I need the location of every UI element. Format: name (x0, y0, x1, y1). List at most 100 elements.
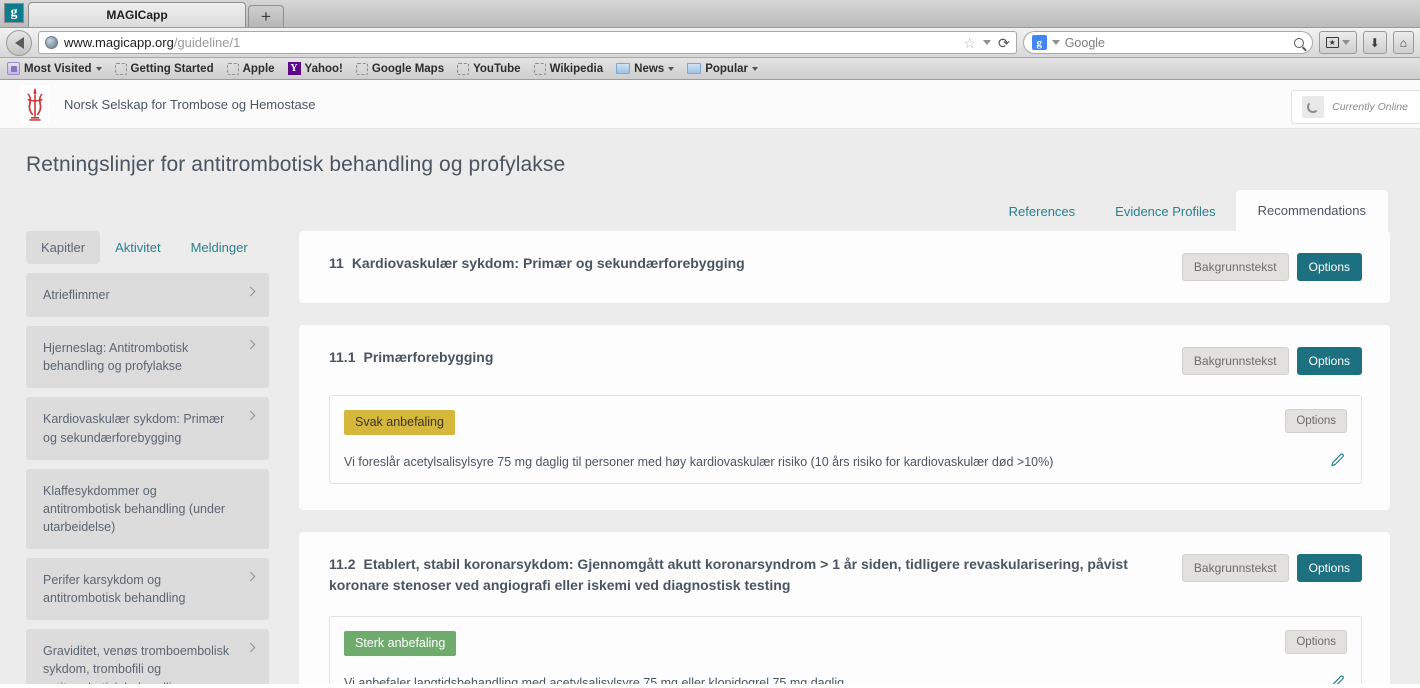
recommendation-options-button[interactable]: Options (1285, 630, 1347, 655)
chapter-label: Hjerneslag: Antitrombotisk behandling og… (43, 341, 189, 374)
blank-favicon-icon (355, 62, 368, 75)
bookmark-label: Yahoo! (304, 62, 343, 75)
section-title-text: Primærforebygging (363, 349, 494, 365)
globe-icon (45, 36, 58, 49)
section-title: 11.1 Primærforebygging (329, 347, 1168, 368)
sidebar-item-perifer-karsykdom[interactable]: Perifer karsykdom og antitrombotisk beha… (26, 558, 269, 621)
bookmark-apple[interactable]: Apple (226, 62, 275, 75)
bookmark-folder-popular[interactable]: Popular (687, 62, 759, 75)
bookmark-folder-news[interactable]: News (616, 62, 675, 75)
address-bar[interactable]: www.magicapp.org/guideline/1 ☆ ⟳ (38, 31, 1017, 54)
section-actions: Bakgrunnstekst Options (1181, 347, 1362, 375)
site-header: Norsk Selskap for Trombose og Hemostase … (0, 80, 1420, 129)
pencil-icon[interactable] (1330, 453, 1345, 473)
bookmark-label: Getting Started (130, 62, 214, 75)
bookmark-star-icon[interactable]: ☆ (963, 36, 976, 50)
sidebar-item-klaffesykdommer[interactable]: Klaffesykdommer og antitrombotisk behand… (26, 468, 269, 549)
chevron-right-icon (245, 571, 256, 582)
section-card-11-2: 11.2 Etablert, stabil koronarsykdom: Gjen… (299, 532, 1390, 684)
section-card-11: 11 Kardiovaskulær sykdom: Primær og sekun… (299, 231, 1390, 303)
bookmark-wikipedia[interactable]: Wikipedia (533, 62, 604, 75)
bookmark-label: Wikipedia (549, 62, 604, 75)
download-icon: ⬇ (1369, 35, 1380, 50)
browser-chrome: g MAGICapp + www.magicapp.org/guideline/… (0, 0, 1420, 80)
tab-recommendations[interactable]: Recommendations (1235, 190, 1388, 231)
tab-label: Evidence Profiles (1115, 204, 1216, 219)
url-text: www.magicapp.org/guideline/1 (64, 35, 240, 50)
browser-tab-title: MAGICapp (106, 8, 168, 22)
pencil-icon[interactable] (1330, 675, 1345, 684)
chevron-right-icon (245, 410, 256, 421)
bookmark-label: News (634, 62, 665, 75)
background-text-button[interactable]: Bakgrunnstekst (1181, 554, 1289, 583)
sidebar-item-hjerneslag[interactable]: Hjerneslag: Antitrombotisk behandling og… (26, 326, 269, 389)
blank-favicon-icon (533, 62, 546, 75)
bookmark-label: Popular (705, 62, 749, 75)
bookmark-getting-started[interactable]: Getting Started (114, 62, 214, 75)
sidebar-tab-label: Aktivitet (115, 240, 161, 255)
bookmark-yahoo[interactable]: Y Yahoo! (287, 62, 343, 75)
tab-label: Recommendations (1257, 203, 1366, 218)
search-engine-chevron-icon[interactable] (1051, 40, 1060, 45)
section-number: 11.1 (329, 349, 356, 365)
sidebar-item-atrieflimmer[interactable]: Atrieflimmer (26, 273, 269, 318)
tab-evidence-profiles[interactable]: Evidence Profiles (1095, 193, 1235, 231)
reload-icon[interactable]: ⟳ (998, 36, 1010, 50)
bookmark-label: Google Maps (371, 62, 445, 75)
section-title-text: Etablert, stabil koronarsykdom: Gjennomg… (329, 556, 1128, 594)
section-title: 11 Kardiovaskulær sykdom: Primær og sekun… (329, 253, 1168, 274)
chevron-down-icon[interactable] (982, 40, 991, 45)
chevron-down-icon (752, 66, 759, 71)
recommendation-text: Vi foreslår acetylsalisylsyre 75 mg dagl… (344, 454, 1054, 469)
chevron-right-icon (245, 642, 256, 653)
tab-label: References (1008, 204, 1076, 219)
section-header: 11.1 Primærforebygging Bakgrunnstekst Opt… (329, 347, 1362, 375)
background-text-button[interactable]: Bakgrunnstekst (1181, 253, 1289, 281)
search-placeholder: Google (1064, 35, 1105, 50)
yahoo-icon: Y (287, 62, 301, 75)
tab-references[interactable]: References (989, 193, 1095, 231)
blank-favicon-icon (114, 62, 127, 75)
home-button[interactable]: ⌂ (1392, 31, 1414, 54)
bookmark-youtube[interactable]: YouTube (457, 62, 521, 75)
sidebar-tab-kapitler[interactable]: Kapitler (26, 231, 101, 264)
downloads-button[interactable]: ⬇ (1362, 31, 1387, 54)
chevron-down-icon (668, 66, 675, 71)
organization-name: Norsk Selskap for Trombose og Hemostase (64, 96, 316, 112)
plus-icon: + (261, 7, 271, 26)
search-icon[interactable] (1293, 37, 1304, 48)
options-button[interactable]: Options (1296, 554, 1362, 583)
content-columns: Kapitler Aktivitet Meldinger Atrieflimme… (0, 231, 1420, 684)
status-badge: Sterk anbefaling (344, 631, 457, 656)
bookmark-google-maps[interactable]: Google Maps (355, 62, 445, 75)
sidebar-item-graviditet[interactable]: Graviditet, venøs tromboembolisk sykdom,… (26, 629, 269, 684)
browser-tab-magicapp[interactable]: MAGICapp (28, 2, 246, 27)
bookmark-most-visited[interactable]: Most Visited (7, 62, 102, 75)
recommendation-item: Svak anbefaling Options Vi foreslår acet… (329, 395, 1362, 485)
background-text-button[interactable]: Bakgrunnstekst (1181, 347, 1289, 375)
new-tab-button[interactable]: + (248, 5, 284, 27)
options-button[interactable]: Options (1296, 253, 1362, 281)
chapter-label: Graviditet, venøs tromboembolisk sykdom,… (43, 644, 230, 684)
bookmarks-button[interactable]: ★ (1318, 31, 1357, 54)
recommendation-options-button[interactable]: Options (1285, 409, 1347, 433)
recommendation-item: Sterk anbefaling Options Vi anbefaler la… (329, 616, 1362, 684)
browser-search-box[interactable]: g Google (1022, 31, 1313, 54)
online-status[interactable]: Currently Online (1291, 90, 1420, 124)
bookmark-star-box-icon: ★ (1325, 37, 1339, 48)
address-bar-actions: ☆ ⟳ (963, 36, 1009, 50)
back-button[interactable] (6, 29, 32, 56)
section-actions: Bakgrunnstekst Options (1181, 253, 1362, 281)
sidebar-item-kardiovaskulaer[interactable]: Kardiovaskulær sykdom: Primær og sekundæ… (26, 397, 269, 460)
section-actions: Bakgrunnstekst Options (1181, 554, 1362, 583)
most-visited-icon (7, 62, 20, 75)
sidebar-tab-meldinger[interactable]: Meldinger (176, 231, 263, 264)
norsk-selskap-logo-icon (20, 85, 50, 123)
chapter-label: Perifer karsykdom og antitrombotisk beha… (43, 573, 186, 606)
chevron-right-icon (245, 339, 256, 350)
sidebar: Kapitler Aktivitet Meldinger Atrieflimme… (26, 231, 269, 684)
options-button[interactable]: Options (1296, 347, 1362, 375)
status-text: Currently Online (1332, 101, 1408, 113)
bookmarks-chevron-icon (1341, 40, 1350, 45)
sidebar-tab-aktivitet[interactable]: Aktivitet (100, 231, 176, 264)
